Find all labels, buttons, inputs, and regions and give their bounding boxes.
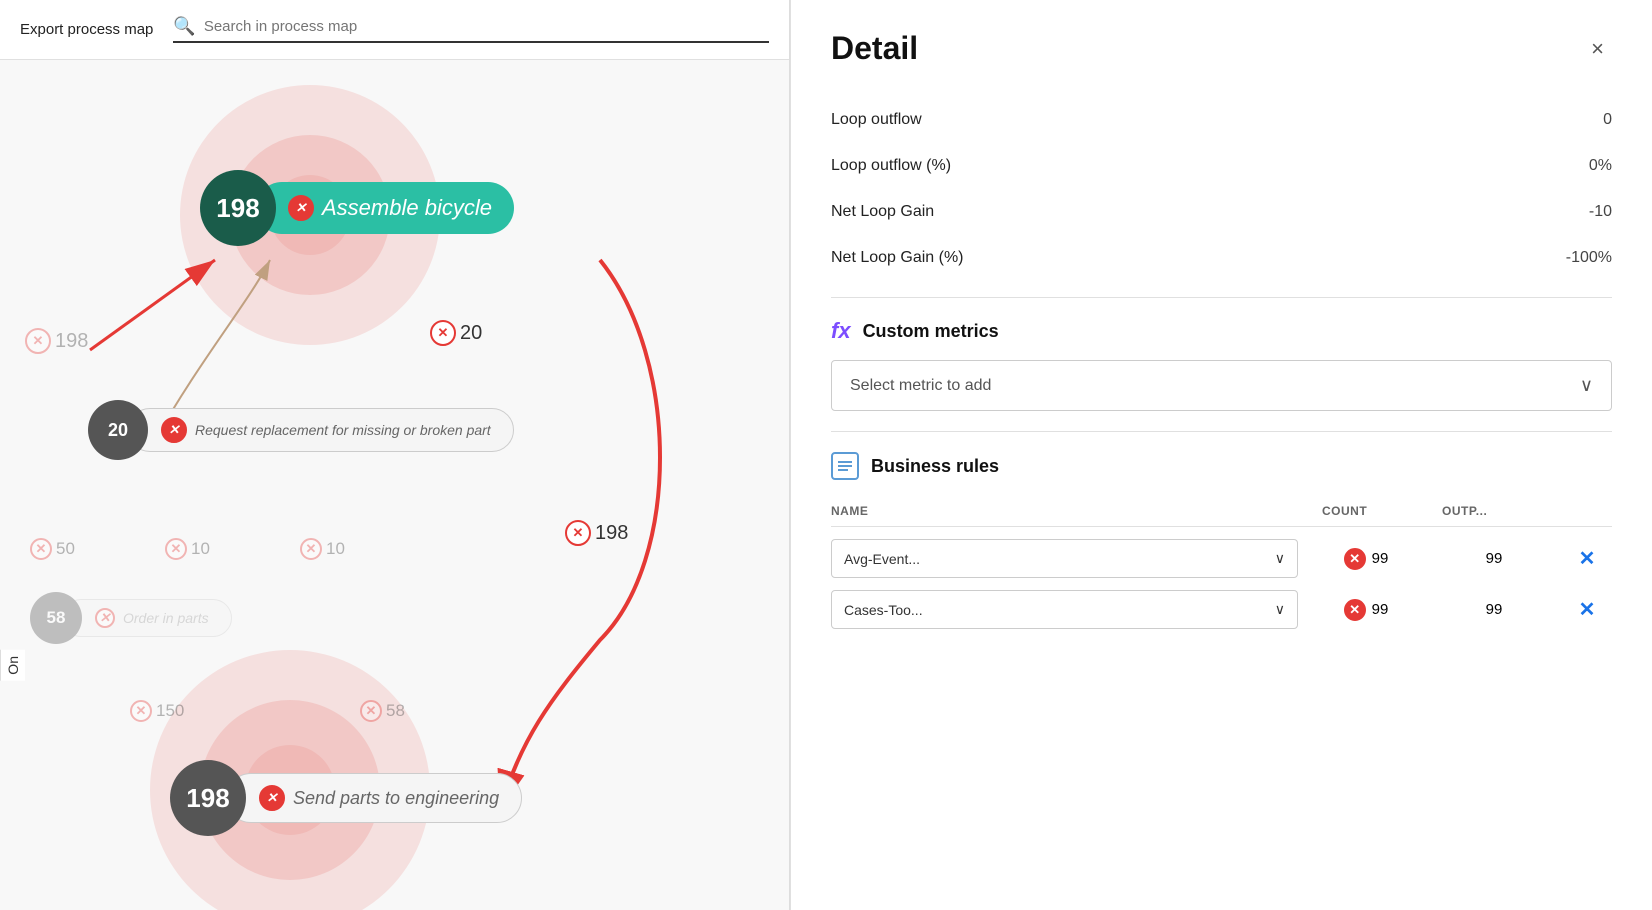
col-output: OUTP...: [1442, 504, 1562, 518]
request-text: Request replacement for missing or broke…: [195, 422, 491, 438]
delete-rule-0[interactable]: ✕: [1579, 546, 1596, 571]
red-x-order: [95, 608, 115, 628]
rule-select-0[interactable]: Avg-Event... ∨: [831, 539, 1298, 578]
red-x-send: [259, 785, 285, 811]
metric-dropdown-label: Select metric to add: [850, 377, 991, 395]
metric-label-3: Net Loop Gain (%): [831, 249, 964, 267]
table-row-0: Avg-Event... ∨ 99 99 ✕: [831, 539, 1612, 578]
node-label-order: Order in parts: [62, 599, 232, 637]
metric-row-3: Net Loop Gain (%) -100%: [831, 235, 1612, 281]
badge-198-right: 198: [565, 520, 628, 546]
delete-rule-1[interactable]: ✕: [1579, 597, 1596, 622]
red-x-58: [360, 700, 382, 722]
node-label-send: Send parts to engineering: [226, 773, 522, 823]
badge-150: 150: [130, 700, 184, 722]
col-count: COUNT: [1322, 504, 1442, 518]
chevron-down-rule-1: ∨: [1275, 601, 1285, 618]
metric-value-1: 0%: [1589, 157, 1612, 175]
node-circle-request: 20: [88, 400, 148, 460]
col-name: NAME: [831, 504, 1322, 518]
rule-select-1[interactable]: Cases-Too... ∨: [831, 590, 1298, 629]
process-map: On 198 Assemble bicycle 198 20 198 20: [0, 60, 790, 910]
order-text: Order in parts: [123, 610, 209, 626]
rule-count-0: 99: [1306, 548, 1426, 570]
metric-label-2: Net Loop Gain: [831, 203, 934, 221]
rule-count-val-0: 99: [1372, 550, 1389, 567]
metric-row-2: Net Loop Gain -10: [831, 189, 1612, 235]
business-rules-header: Business rules: [831, 452, 1612, 480]
rule-name-1: Cases-Too...: [844, 602, 923, 618]
metric-label-0: Loop outflow: [831, 111, 922, 129]
red-x-badge-20: [430, 320, 456, 346]
rule-name-0: Avg-Event...: [844, 551, 920, 567]
on-label: On: [0, 650, 25, 681]
rule-output-1: 99: [1434, 601, 1554, 618]
red-x-50: [30, 538, 52, 560]
metrics-list: Loop outflow 0 Loop outflow (%) 0% Net L…: [831, 97, 1612, 281]
search-icon: 🔍: [173, 16, 195, 37]
fx-icon: fx: [831, 318, 851, 344]
node-assemble[interactable]: 198 Assemble bicycle: [200, 170, 514, 246]
search-input[interactable]: [204, 18, 769, 35]
panel-header: Detail ×: [831, 30, 1612, 67]
metric-value-2: -10: [1589, 203, 1612, 221]
node-request[interactable]: 20 Request replacement for missing or br…: [88, 400, 514, 460]
node-order[interactable]: 58 Order in parts: [30, 592, 232, 644]
badge-198-left: 198: [25, 328, 88, 354]
node-label-assemble: Assemble bicycle: [256, 182, 514, 234]
rule-output-val-1: 99: [1486, 601, 1503, 618]
metric-row-0: Loop outflow 0: [831, 97, 1612, 143]
metric-value-3: -100%: [1566, 249, 1612, 267]
rule-output-val-0: 99: [1486, 550, 1503, 567]
top-bar: Export process map 🔍: [0, 0, 789, 60]
badge-50: 50: [30, 538, 75, 560]
red-x-150: [130, 700, 152, 722]
rule-count-val-1: 99: [1372, 601, 1389, 618]
search-container[interactable]: 🔍: [173, 16, 769, 43]
rules-icon: [831, 452, 859, 480]
metric-row-1: Loop outflow (%) 0%: [831, 143, 1612, 189]
chevron-down-icon: ∨: [1580, 375, 1593, 396]
badge-20-topright: 20: [430, 320, 482, 346]
badge-10b: 10: [300, 538, 345, 560]
metric-value-0: 0: [1603, 111, 1612, 129]
red-x-rule-1: [1344, 599, 1366, 621]
node-circle-send: 198: [170, 760, 246, 836]
table-header: NAME COUNT OUTP...: [831, 496, 1612, 527]
red-x-badge-198r: [565, 520, 591, 546]
export-label: Export process map: [20, 21, 153, 38]
assemble-text: Assemble bicycle: [322, 195, 492, 221]
red-x-request: [161, 417, 187, 443]
rule-output-0: 99: [1434, 550, 1554, 567]
close-button[interactable]: ×: [1583, 32, 1612, 66]
red-x-badge-left: [25, 328, 51, 354]
right-panel: Detail × Loop outflow 0 Loop outflow (%)…: [790, 0, 1652, 910]
business-rules-title: Business rules: [871, 456, 999, 477]
red-x-10a: [165, 538, 187, 560]
node-label-request: Request replacement for missing or broke…: [128, 408, 514, 452]
badge-58: 58: [360, 700, 405, 722]
table-row-1: Cases-Too... ∨ 99 99 ✕: [831, 590, 1612, 629]
red-x-rule-0: [1344, 548, 1366, 570]
send-text: Send parts to engineering: [293, 788, 499, 809]
divider-2: [831, 431, 1612, 432]
custom-metrics-header: fx Custom metrics: [831, 318, 1612, 344]
custom-metrics-title: Custom metrics: [863, 321, 999, 342]
chevron-down-rule-0: ∨: [1275, 550, 1285, 567]
node-send[interactable]: 198 Send parts to engineering: [170, 760, 522, 836]
rule-count-1: 99: [1306, 599, 1426, 621]
panel-title: Detail: [831, 30, 918, 67]
divider-1: [831, 297, 1612, 298]
red-x-assemble: [288, 195, 314, 221]
red-x-10b: [300, 538, 322, 560]
node-circle-order: 58: [30, 592, 82, 644]
metric-dropdown[interactable]: Select metric to add ∨: [831, 360, 1612, 411]
node-circle-assemble: 198: [200, 170, 276, 246]
left-panel: Export process map 🔍: [0, 0, 790, 910]
metric-label-1: Loop outflow (%): [831, 157, 951, 175]
badge-10a: 10: [165, 538, 210, 560]
